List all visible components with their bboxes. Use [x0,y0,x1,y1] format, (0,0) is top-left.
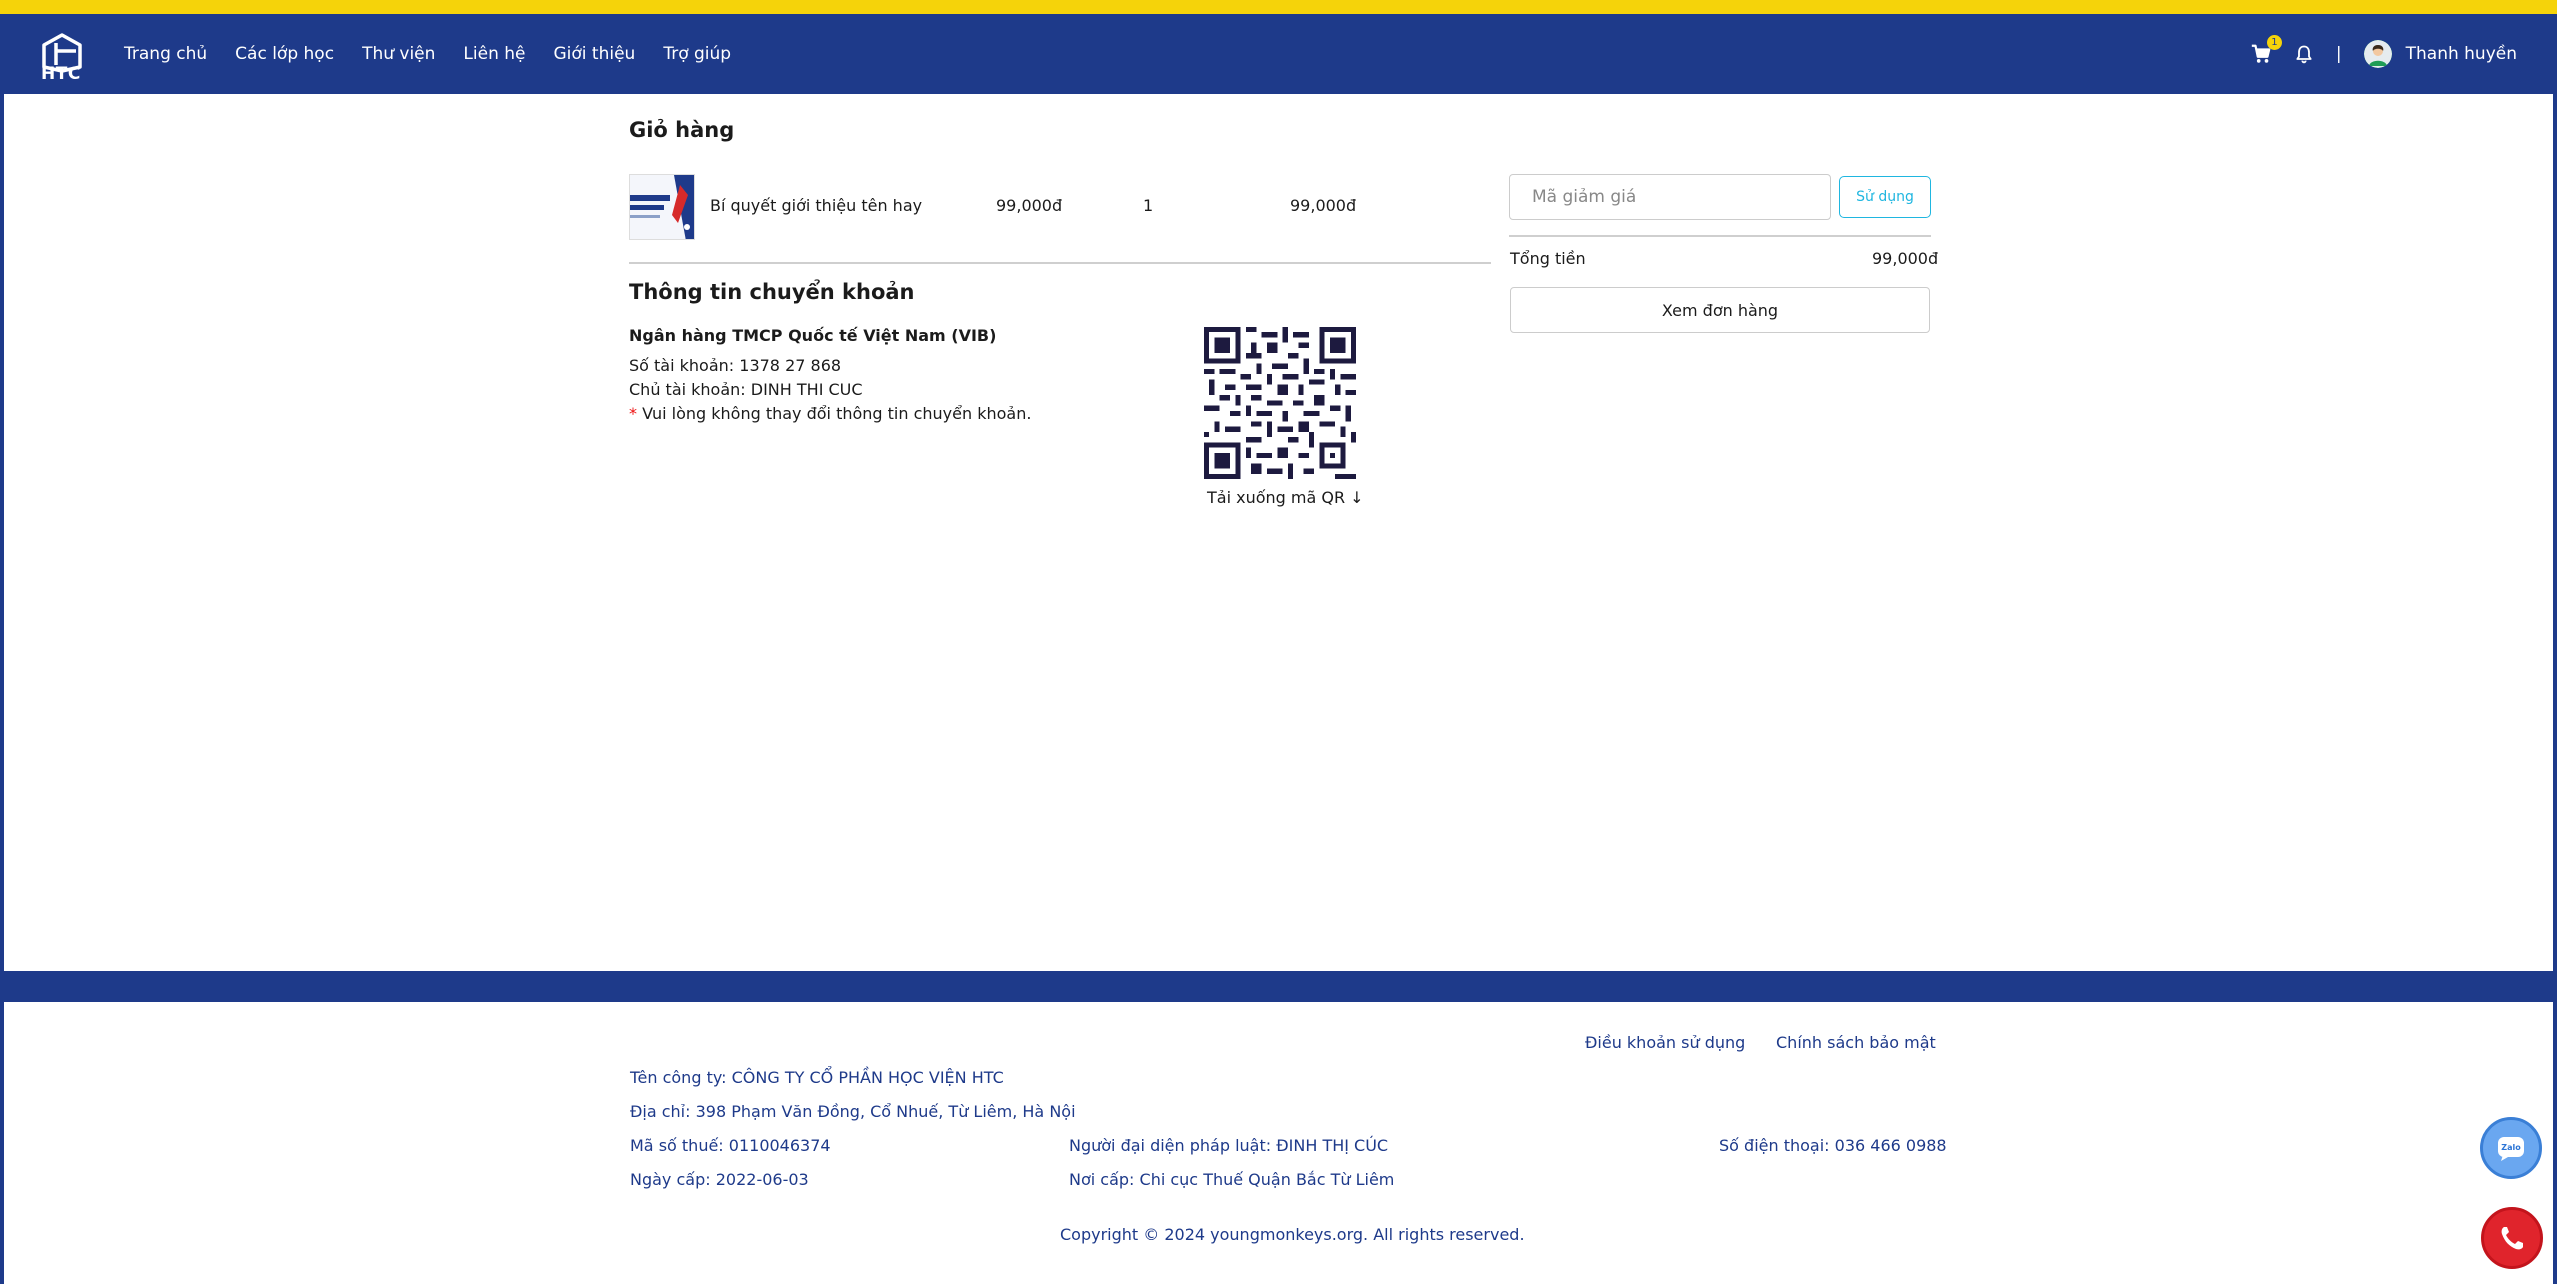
nav-contact[interactable]: Liên hệ [463,44,525,64]
page-title: Giỏ hàng [629,118,735,142]
coupon-input[interactable] [1509,174,1831,220]
apply-coupon-button[interactable]: Sử dụng [1839,176,1931,218]
nav-classes[interactable]: Các lớp học [235,44,334,64]
header-actions: 1 | Thanh huyền [2250,14,2517,94]
nav-library[interactable]: Thư viện [362,44,435,64]
footer-band [0,971,2557,1002]
account-owner: Chủ tài khoản: DINH THI CUC [629,380,863,399]
tax-code: Mã số thuế: 0110046374 [630,1136,831,1155]
top-accent-stripe [0,0,2557,14]
avatar [2363,40,2392,68]
cart-item-row: Bí quyết giới thiệu tên hay 99,000đ 1 99… [629,174,1491,264]
account-number: Số tài khoản: 1378 27 868 [629,356,842,375]
product-line-total: 99,000đ [1290,196,1357,215]
user-menu[interactable]: Thanh huyền [2363,40,2517,68]
phone-icon [2501,1227,2523,1250]
nav-home[interactable]: Trang chủ [124,44,207,64]
legal-representative: Người đại diện pháp luật: ĐINH THỊ CÚC [1069,1136,1389,1155]
user-name: Thanh huyền [2405,44,2517,64]
svg-text:Zalo: Zalo [2501,1143,2521,1152]
privacy-link[interactable]: Chính sách bảo mật [1776,1033,1936,1052]
qr-code [1204,327,1356,479]
copyright: Copyright © 2024 youngmonkeys.org. All r… [1060,1225,1525,1244]
company-name: Tên công ty: CÔNG TY CỔ PHẦN HỌC VIỆN HT… [630,1068,1004,1087]
terms-link[interactable]: Điều khoản sử dụng [1585,1033,1745,1052]
summary-divider [1509,235,1931,237]
view-order-button[interactable]: Xem đơn hàng [1510,287,1930,333]
transfer-note-text: Vui lòng không thay đổi thông tin chuyển… [642,404,1032,423]
zalo-icon: Zalo [2498,1137,2524,1161]
qr-download-link[interactable]: Tải xuống mã QR ↓ [1207,488,1364,507]
phone-number: Số điện thoại: 036 466 0988 [1719,1136,1947,1155]
logo-text: HTC [41,64,81,84]
total-label: Tổng tiền [1510,249,1586,268]
bank-name: Ngân hàng TMCP Quốc tế Việt Nam (VIB) [629,326,997,345]
required-star: * [629,404,637,423]
nav-help[interactable]: Trợ giúp [663,44,731,64]
product-quantity: 1 [1143,196,1154,215]
total-value: 99,000đ [1872,249,1939,268]
call-button[interactable] [2481,1207,2543,1269]
footer: Điều khoản sử dụng Chính sách bảo mật Tê… [629,1002,1947,1284]
cart-button[interactable]: 1 [2250,35,2282,65]
product-name[interactable]: Bí quyết giới thiệu tên hay [710,196,922,215]
bell-icon[interactable] [2294,44,2314,64]
header: HTC Trang chủ Các lớp học Thư viện Liên … [0,14,2557,94]
transfer-note: * Vui lòng không thay đổi thông tin chuy… [629,404,1031,423]
header-separator: | [2335,44,2342,64]
issued-date: Ngày cấp: 2022-06-03 [630,1170,809,1189]
company-address: Địa chỉ: 398 Phạm Văn Đồng, Cổ Nhuế, Từ … [630,1102,1076,1121]
nav-about[interactable]: Giới thiệu [554,44,636,64]
product-price: 99,000đ [996,196,1063,215]
issued-by: Nơi cấp: Chi cục Thuế Quận Bắc Từ Liêm [1069,1170,1395,1189]
main-nav: Trang chủ Các lớp học Thư viện Liên hệ G… [124,14,731,94]
transfer-title: Thông tin chuyển khoản [629,280,915,304]
product-thumbnail[interactable] [629,174,695,240]
cart-count-badge: 1 [2266,35,2282,50]
zalo-chat-button[interactable]: Zalo [2480,1117,2542,1179]
